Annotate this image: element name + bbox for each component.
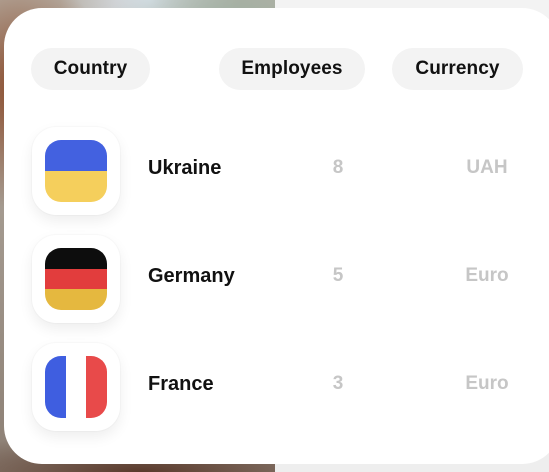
country-column-label: Country [53, 58, 128, 79]
flag-band [86, 356, 107, 418]
employee-count: 8 [332, 157, 344, 178]
germany-flag-icon [45, 248, 107, 310]
country-name: Germany [148, 265, 235, 287]
country-name: Ukraine [148, 157, 222, 179]
flag-tile [32, 343, 120, 431]
table-row-germany[interactable]: Germany 5 Euro [0, 235, 549, 323]
currency-value: UAH [466, 157, 508, 178]
ukraine-flag-icon [45, 140, 107, 202]
currency-value: Euro [465, 373, 509, 394]
employees-column-label: Employees [241, 58, 343, 79]
employee-count: 5 [332, 265, 344, 286]
country-column-header[interactable]: Country [31, 48, 150, 90]
table-row-ukraine[interactable]: Ukraine 8 UAH [0, 127, 549, 215]
country-name: France [148, 373, 214, 395]
employee-count: 3 [332, 373, 344, 394]
table-row-france[interactable]: France 3 Euro [0, 343, 549, 431]
currency-column-label: Currency [415, 58, 500, 79]
flag-band [45, 289, 107, 310]
flag-band [45, 140, 107, 171]
flag-tile [32, 235, 120, 323]
flag-band [45, 268, 107, 290]
france-flag-icon [45, 356, 107, 418]
flag-band [45, 356, 66, 418]
flag-band [65, 356, 87, 418]
flag-band [45, 248, 107, 269]
flag-band [45, 171, 107, 202]
flag-tile [32, 127, 120, 215]
currency-value: Euro [465, 265, 509, 286]
currency-column-header[interactable]: Currency [392, 48, 523, 90]
employees-column-header[interactable]: Employees [219, 48, 365, 90]
